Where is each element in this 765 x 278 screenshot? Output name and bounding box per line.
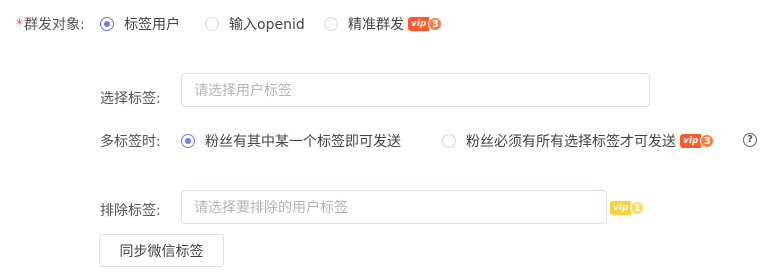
radio-unchecked[interactable] [442, 134, 456, 148]
select-tags-placeholder: 请选择用户标签 [194, 83, 292, 99]
radio-unchecked[interactable] [324, 17, 338, 31]
send-target-label: *群发对象: [16, 17, 85, 33]
sync-wechat-tags-button[interactable]: 同步微信标签 [99, 234, 224, 267]
radio-checked[interactable] [100, 17, 114, 31]
send-target-option-tag-users[interactable]: 标签用户 [100, 14, 180, 34]
select-tags-label: 选择标签: [100, 91, 161, 107]
send-target-option-precise[interactable]: 精准群发 vip 3 [324, 14, 443, 34]
exclude-tags-input[interactable]: 请选择要排除的用户标签 [181, 190, 607, 224]
radio-checked[interactable] [181, 134, 195, 148]
select-tags-input[interactable]: 请选择用户标签 [181, 73, 650, 107]
send-target-option-openid[interactable]: 输入openid [205, 14, 305, 34]
multi-tags-option-all[interactable]: 粉丝必须有所有选择标签才可发送 vip 3 [442, 131, 715, 151]
vip-badge-icon: vip 3 [680, 134, 715, 148]
vip-badge-icon: vip 3 [408, 17, 443, 31]
exclude-tags-placeholder: 请选择要排除的用户标签 [194, 200, 348, 216]
question-circle-icon[interactable]: ? [743, 133, 757, 147]
exclude-tags-label: 排除标签: [100, 203, 161, 219]
multi-tags-option-any[interactable]: 粉丝有其中某一个标签即可发送 [181, 131, 401, 151]
multi-tags-label: 多标签时: [100, 134, 161, 150]
required-mark: * [16, 17, 23, 33]
radio-unchecked[interactable] [205, 17, 219, 31]
vip-badge-icon: vip 1 [610, 201, 645, 215]
